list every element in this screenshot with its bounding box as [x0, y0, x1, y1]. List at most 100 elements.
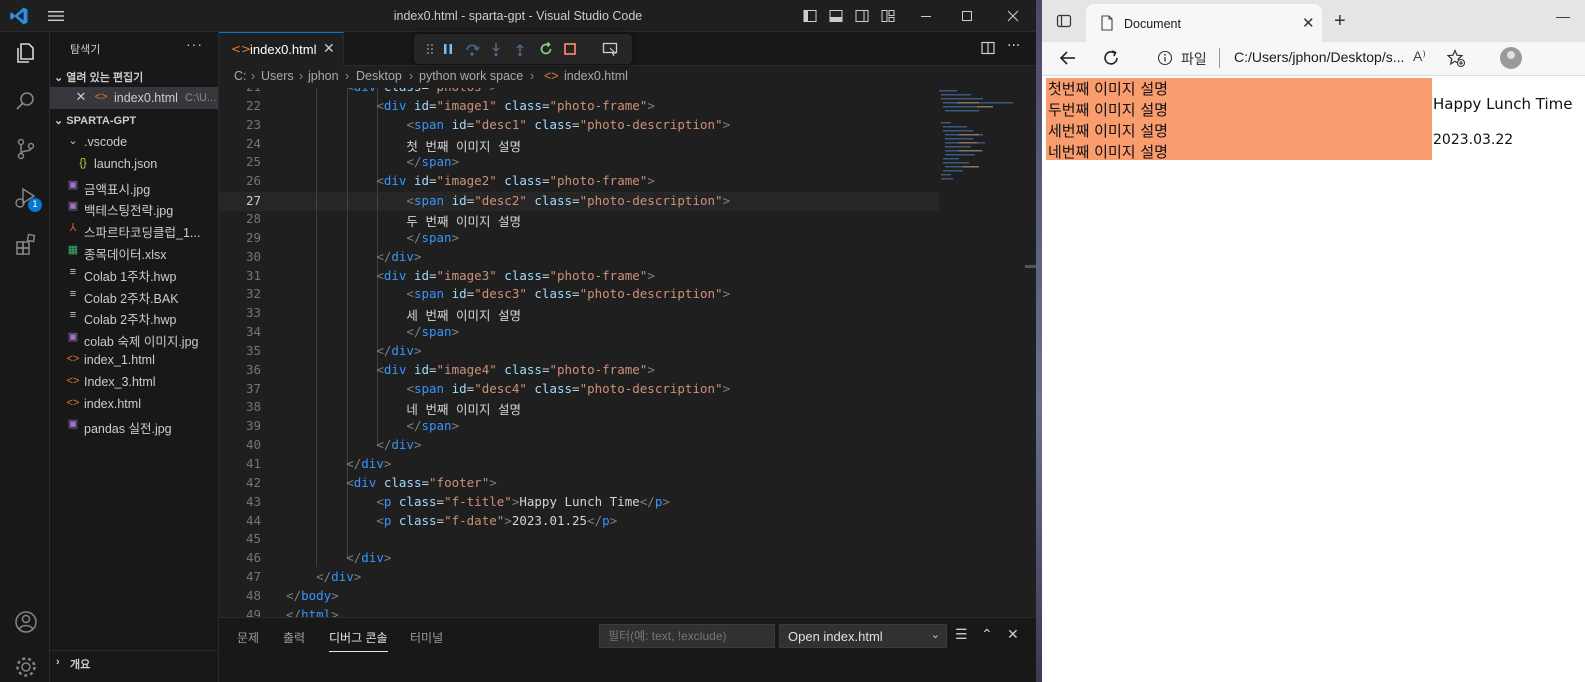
explorer-icon[interactable]	[13, 40, 39, 66]
file-tree-item[interactable]: ▣ colab 숙제 이미지.jpg	[50, 327, 218, 349]
file-tree-item[interactable]: ≡ Colab 2주차.BAK	[50, 284, 218, 306]
new-tab-icon[interactable]: +	[1334, 10, 1346, 33]
code-text: </div>	[346, 456, 392, 471]
close-window-icon[interactable]	[1005, 8, 1021, 24]
step-out-icon[interactable]	[512, 41, 528, 57]
breadcrumb-item[interactable]: index0.html	[564, 69, 628, 83]
breadcrumb-item[interactable]: jphon	[308, 69, 339, 83]
account-icon[interactable]	[13, 609, 39, 635]
file-tree-item[interactable]: <> index_1.html	[50, 349, 218, 371]
stop-icon[interactable]	[562, 41, 578, 57]
file-tree-item[interactable]: ▣ 금액표시.jpg	[50, 175, 218, 197]
code-text: </div>	[376, 437, 422, 453]
file-tree-item[interactable]: ⅄ 스파르타코딩클럽_1...	[50, 218, 218, 240]
vscode-window: index0.html - sparta-gpt - Visual Studio…	[0, 0, 1036, 682]
code-text: </span>	[406, 154, 460, 170]
inspect-icon[interactable]	[602, 41, 618, 57]
file-tree-item[interactable]: ▣ 백테스팅전략.jpg	[50, 196, 218, 218]
file-tree-item[interactable]: <> Index_3.html	[50, 371, 218, 393]
step-over-icon[interactable]	[464, 41, 480, 57]
tab-problems[interactable]: 문제	[237, 629, 259, 646]
file-tree-item[interactable]: ≡ Colab 2주차.hwp	[50, 305, 218, 327]
photo-description-2: 두번째 이미지 설명	[1048, 101, 1168, 119]
open-editor-item[interactable]: ✕ <> index0.html C:\U...	[50, 87, 218, 109]
project-section[interactable]: ⌄ SPARTA-GPT	[54, 114, 136, 127]
outline-section[interactable]: › 개요	[50, 650, 219, 672]
add-favorite-icon[interactable]	[1446, 48, 1466, 68]
code-line: 33 세 번째 이미지 설명	[219, 305, 939, 324]
code-text: 첫 번째 이미지 설명	[406, 138, 521, 154]
code-text: <span id="desc4" class="photo-descriptio…	[406, 380, 731, 396]
breadcrumb-item[interactable]: python work space	[419, 69, 523, 83]
open-editors-section[interactable]: ⌄ 열려 있는 편집기	[54, 69, 143, 85]
open-editor-filename: index0.html	[114, 91, 178, 105]
file-tree-item[interactable]: ≡ Colab 1주차.hwp	[50, 262, 218, 284]
file-tree-item[interactable]: ⌄ .vscode	[50, 131, 218, 153]
code-line: 26 <div id="image2" class="photo-frame">	[219, 173, 939, 192]
search-icon[interactable]	[13, 88, 39, 114]
scrollbar-thumb[interactable]	[1025, 265, 1036, 268]
url-field[interactable]: C:/Users/jphon/Desktop/s...	[1234, 49, 1404, 65]
file-tree-item[interactable]: ▦ 종목데이터.xlsx	[50, 240, 218, 262]
file-tree-item[interactable]: {} launch.json	[50, 153, 218, 175]
tab-output[interactable]: 출력	[283, 629, 305, 646]
toggle-panel-icon[interactable]	[829, 9, 843, 23]
maximize-icon[interactable]	[959, 8, 975, 24]
tab-terminal[interactable]: 터미널	[410, 629, 443, 646]
code-line: 40 </div>	[219, 437, 939, 456]
code-text: <p class="f-date">2023.01.25</p>	[376, 512, 618, 528]
outline-label: 개요	[70, 659, 91, 671]
browser-tab-document[interactable]: Document ✕	[1086, 4, 1322, 42]
split-editor-icon[interactable]	[981, 41, 995, 55]
file-tree-item-label: colab 숙제 이미지.jpg	[84, 335, 199, 350]
read-aloud-icon[interactable]: A⁾	[1413, 48, 1426, 65]
close-tab-icon[interactable]: ✕	[1302, 14, 1315, 32]
source-control-icon[interactable]	[13, 136, 39, 162]
file-tree-item[interactable]: <> index.html	[50, 393, 218, 415]
debug-console-filter-input[interactable]	[599, 624, 775, 648]
editor-more-actions-icon[interactable]: ···	[1007, 38, 1020, 54]
debug-session-select[interactable]: Open index.html ⌄	[779, 624, 947, 648]
breadcrumb-item[interactable]: Desktop	[356, 69, 402, 83]
drag-handle-icon[interactable]	[422, 41, 438, 57]
line-number: 21	[219, 88, 261, 94]
settings-gear-icon[interactable]	[13, 654, 39, 680]
tab-index0-html[interactable]: <> index0.html ✕	[219, 32, 344, 66]
close-tab-icon[interactable]: ✕	[323, 41, 335, 57]
file-tree-item[interactable]: ▣ pandas 실전.jpg	[50, 414, 218, 436]
breadcrumb-item[interactable]: C:	[234, 69, 247, 83]
toggle-secondary-sidebar-icon[interactable]	[855, 9, 869, 23]
minimap[interactable]	[937, 88, 1027, 198]
code-text: <div id="image3" class="photo-frame">	[376, 267, 655, 283]
tab-actions-icon[interactable]	[1056, 13, 1072, 29]
minimize-icon[interactable]	[918, 8, 934, 24]
bottom-panel: 문제 출력 디버그 콘솔 터미널 Open index.html ⌄ ☰ ⌃ ✕	[219, 617, 1036, 682]
info-icon[interactable]	[1157, 50, 1173, 66]
json-file-icon: {}	[79, 156, 87, 169]
minimize-icon[interactable]: —	[1556, 8, 1570, 24]
maximize-panel-icon[interactable]: ⌃	[981, 626, 993, 643]
code-line: 47 </div>	[219, 569, 939, 588]
back-arrow-icon[interactable]	[1058, 48, 1078, 68]
customize-layout-icon[interactable]	[881, 9, 895, 23]
step-into-icon[interactable]	[488, 41, 504, 57]
code-editor[interactable]: 21 <div class="photos">22 <div id="image…	[219, 88, 1036, 617]
restart-icon[interactable]	[538, 41, 554, 57]
close-panel-icon[interactable]: ✕	[1007, 626, 1019, 643]
refresh-icon[interactable]	[1101, 48, 1121, 68]
code-line: 38 네 번째 이미지 설명	[219, 399, 939, 418]
clear-console-icon[interactable]: ☰	[955, 626, 968, 643]
pause-icon[interactable]	[440, 41, 456, 57]
tab-debug-console[interactable]: 디버그 콘솔	[329, 629, 388, 652]
line-number: 44	[245, 512, 261, 528]
line-number: 36	[245, 361, 261, 377]
explorer-more-actions-icon[interactable]: ···	[186, 36, 203, 52]
toggle-primary-sidebar-icon[interactable]	[803, 9, 817, 23]
code-text: 네 번째 이미지 설명	[406, 402, 521, 418]
line-number: 31	[245, 267, 261, 283]
close-icon[interactable]: ✕	[74, 90, 88, 104]
extensions-icon[interactable]	[13, 232, 39, 258]
text-file-icon: ≡	[69, 309, 77, 322]
chevron-right-icon: ›	[56, 656, 60, 668]
breadcrumb-item[interactable]: Users	[261, 69, 294, 83]
